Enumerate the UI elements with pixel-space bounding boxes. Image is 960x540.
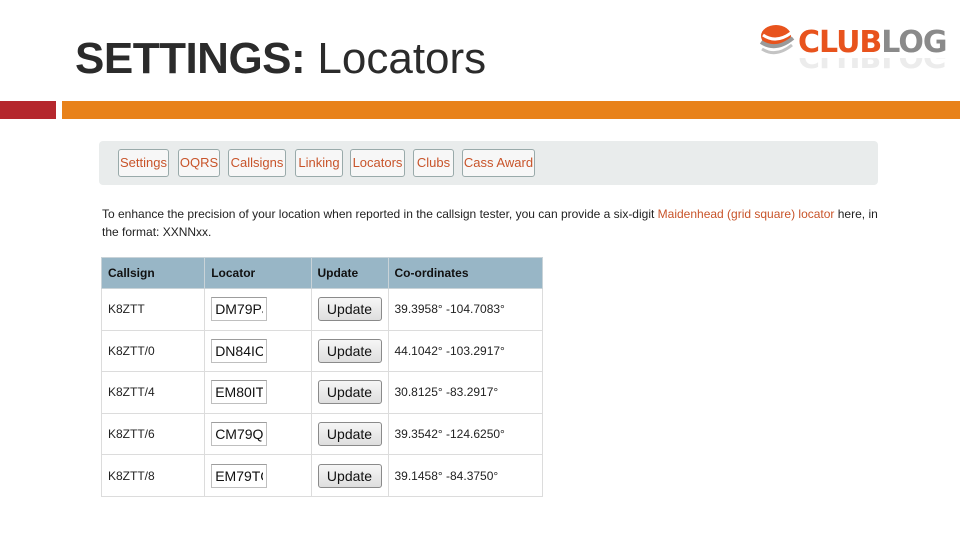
locator-cell bbox=[204, 371, 312, 414]
locator-input[interactable] bbox=[211, 297, 268, 322]
intro-text-before: To enhance the precision of your locatio… bbox=[102, 207, 658, 221]
slide-title: SETTINGS: Locators bbox=[75, 34, 486, 84]
clublog-globe-icon bbox=[759, 25, 795, 55]
logo-wordmark: CLUBLOG bbox=[798, 25, 947, 60]
coordinates-cell: 39.3542° -124.6250° bbox=[387, 412, 543, 456]
table-row: K8ZTT Update 39.3958° -104.7083° bbox=[100, 288, 543, 331]
locator-cell bbox=[204, 329, 312, 373]
locator-table: Callsign Locator Update Co-ordinates K8Z… bbox=[100, 257, 543, 497]
update-cell: Update bbox=[310, 412, 389, 456]
locator-input[interactable] bbox=[211, 380, 268, 405]
update-button[interactable]: Update bbox=[317, 422, 382, 447]
locator-input[interactable] bbox=[211, 422, 268, 447]
callsign-cell: K8ZTT/4 bbox=[100, 371, 206, 414]
logo-club-reflection: CLUB bbox=[798, 58, 881, 72]
intro-text: To enhance the precision of your locatio… bbox=[102, 205, 892, 241]
update-cell: Update bbox=[310, 371, 389, 414]
table-header-row: Callsign Locator Update Co-ordinates bbox=[100, 257, 543, 289]
slide-title-strong: SETTINGS: bbox=[75, 34, 306, 83]
header-locator: Locator bbox=[204, 257, 312, 289]
table-row: K8ZTT/0 Update 44.1042° -103.2917° bbox=[100, 329, 543, 373]
tab-clubs[interactable]: Clubs bbox=[413, 149, 454, 177]
coordinates-cell: 30.8125° -83.2917° bbox=[387, 371, 543, 414]
accent-bar-red bbox=[0, 101, 56, 119]
header-update: Update bbox=[310, 257, 389, 289]
table-row: K8ZTT/4 Update 30.8125° -83.2917° bbox=[100, 371, 543, 414]
tab-callsigns[interactable]: Callsigns bbox=[228, 149, 286, 177]
locator-cell bbox=[204, 288, 312, 331]
update-cell: Update bbox=[310, 454, 389, 497]
logo-log-reflection: LOG bbox=[881, 58, 946, 72]
locator-input[interactable] bbox=[211, 463, 268, 488]
update-cell: Update bbox=[310, 329, 389, 373]
clublog-logo: CLUBLOG CLUBLOG bbox=[758, 20, 947, 76]
callsign-cell: K8ZTT/6 bbox=[100, 412, 206, 456]
logo-club: CLUB bbox=[798, 25, 882, 60]
slide-title-light: Locators bbox=[317, 34, 487, 83]
callsign-cell: K8ZTT bbox=[100, 288, 206, 331]
locator-cell bbox=[204, 412, 312, 456]
tab-settings[interactable]: Settings bbox=[118, 149, 169, 177]
locator-input[interactable] bbox=[211, 338, 268, 363]
tab-linking[interactable]: Linking bbox=[295, 149, 343, 177]
logo-reflection: CLUBLOG bbox=[798, 58, 946, 72]
callsign-cell: K8ZTT/0 bbox=[100, 329, 206, 373]
coordinates-cell: 39.3958° -104.7083° bbox=[387, 288, 543, 331]
update-button[interactable]: Update bbox=[317, 338, 382, 363]
update-button[interactable]: Update bbox=[317, 380, 382, 405]
header-callsign: Callsign bbox=[100, 257, 206, 289]
callsign-cell: K8ZTT/8 bbox=[100, 454, 206, 497]
update-cell: Update bbox=[310, 288, 389, 331]
update-button[interactable]: Update bbox=[317, 463, 382, 488]
logo-log: LOG bbox=[881, 25, 947, 60]
maidenhead-link[interactable]: Maidenhead (grid square) locator bbox=[658, 207, 835, 221]
tab-oqrs[interactable]: OQRS bbox=[178, 149, 220, 177]
header-coordinates: Co-ordinates bbox=[387, 257, 543, 289]
accent-bar-orange bbox=[62, 101, 960, 119]
settings-tab-bar: Settings OQRS Callsigns Linking Locators… bbox=[99, 141, 878, 185]
coordinates-cell: 39.1458° -84.3750° bbox=[387, 454, 543, 497]
tab-locators[interactable]: Locators bbox=[350, 149, 405, 177]
locator-cell bbox=[204, 454, 312, 497]
update-button[interactable]: Update bbox=[317, 297, 382, 322]
coordinates-cell: 44.1042° -103.2917° bbox=[387, 329, 543, 373]
table-row: K8ZTT/6 Update 39.3542° -124.6250° bbox=[100, 412, 543, 456]
table-row: K8ZTT/8 Update 39.1458° -84.3750° bbox=[100, 454, 543, 497]
tab-cass-award[interactable]: Cass Award bbox=[462, 149, 535, 177]
